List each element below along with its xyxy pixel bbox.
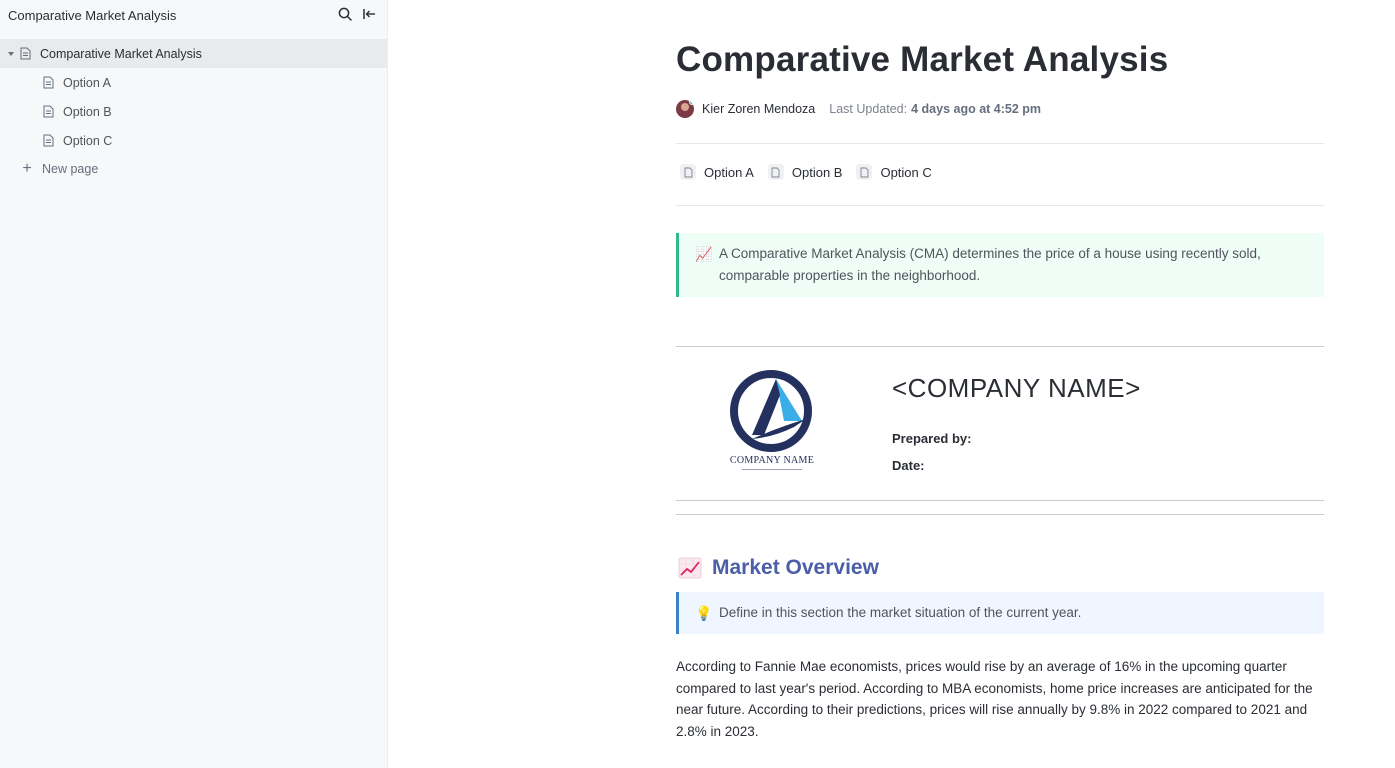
- sidebar-item-label: Option A: [63, 75, 111, 90]
- page-tree: Comparative Market Analysis Option A Opt…: [0, 39, 387, 183]
- market-overview-paragraph[interactable]: According to Fannie Mae economists, pric…: [676, 656, 1326, 742]
- document-meta: Kier Zoren Mendoza Last Updated: 4 days …: [676, 100, 1041, 118]
- online-status-dot: [689, 100, 694, 105]
- divider: [676, 143, 1324, 144]
- sidebar-item-option-b[interactable]: Option B: [0, 97, 387, 126]
- avatar[interactable]: [676, 100, 694, 118]
- avatar-face: [681, 103, 689, 111]
- new-page-button[interactable]: + New page: [0, 155, 387, 183]
- date-label[interactable]: Date:: [892, 458, 925, 473]
- subpage-link-label: Option A: [704, 164, 754, 180]
- caret-down-icon[interactable]: [4, 50, 18, 58]
- subpage-link-option-a[interactable]: Option A: [680, 164, 754, 180]
- sidebar-header: Comparative Market Analysis: [0, 0, 387, 30]
- document-icon: [41, 134, 55, 148]
- subpage-link-label: Option B: [791, 164, 843, 180]
- intro-callout-text: A Comparative Market Analysis (CMA) dete…: [719, 246, 1261, 283]
- chart-increasing-icon: [678, 557, 702, 579]
- company-name[interactable]: <COMPANY NAME>: [892, 373, 1141, 404]
- search-icon[interactable]: [337, 6, 353, 22]
- sidebar-item-label: Comparative Market Analysis: [40, 46, 202, 61]
- sidebar-title: Comparative Market Analysis: [8, 7, 177, 23]
- sidebar-tools: [337, 6, 377, 22]
- document-icon: [18, 47, 32, 61]
- document-icon: [680, 164, 696, 180]
- sidebar-item-root[interactable]: Comparative Market Analysis: [0, 39, 387, 68]
- subpage-links: Option A Option B Option C: [680, 164, 932, 180]
- divider: [676, 205, 1324, 206]
- collapse-left-icon[interactable]: [361, 6, 377, 22]
- plus-icon: +: [22, 160, 32, 177]
- market-overview-tip-callout[interactable]: 💡 Define in this section the market situ…: [676, 592, 1324, 634]
- last-updated-label: Last Updated:: [829, 102, 908, 116]
- document-icon: [856, 164, 873, 180]
- company-logo-mark: [730, 370, 812, 452]
- logo-underline: [742, 469, 802, 470]
- document-icon: [41, 76, 55, 90]
- subpage-link-option-b[interactable]: Option B: [767, 164, 843, 180]
- light-bulb-icon: 💡: [695, 605, 713, 621]
- sidebar-item-label: Option C: [63, 133, 113, 148]
- subpage-link-option-c[interactable]: Option C: [856, 164, 932, 180]
- author-name[interactable]: Kier Zoren Mendoza: [702, 102, 815, 116]
- new-page-label: New page: [42, 162, 99, 176]
- prepared-by-label[interactable]: Prepared by:: [892, 431, 971, 446]
- sidebar-item-option-c[interactable]: Option C: [0, 126, 387, 155]
- market-overview-heading[interactable]: Market Overview: [678, 556, 879, 580]
- sidebar: Comparative Market Analysis Comparative …: [0, 0, 388, 768]
- page-title[interactable]: Comparative Market Analysis: [676, 40, 1168, 80]
- subpage-link-label: Option C: [880, 164, 932, 180]
- divider: [676, 514, 1324, 515]
- company-header-block: COMPANY NAME <COMPANY NAME> Prepared by:…: [676, 346, 1324, 501]
- sidebar-item-option-a[interactable]: Option A: [0, 68, 387, 97]
- document-icon: [767, 164, 784, 180]
- chart-increasing-icon: 📈: [695, 246, 713, 262]
- sidebar-item-label: Option B: [63, 104, 112, 119]
- logo-text: COMPANY NAME: [729, 455, 815, 466]
- section-heading-text: Market Overview: [712, 556, 879, 579]
- company-logo: COMPANY NAME: [724, 367, 820, 477]
- tip-callout-text: Define in this section the market situat…: [719, 605, 1082, 620]
- last-updated-value: 4 days ago at 4:52 pm: [911, 102, 1042, 116]
- document-icon: [41, 105, 55, 119]
- intro-callout[interactable]: 📈 A Comparative Market Analysis (CMA) de…: [676, 233, 1324, 297]
